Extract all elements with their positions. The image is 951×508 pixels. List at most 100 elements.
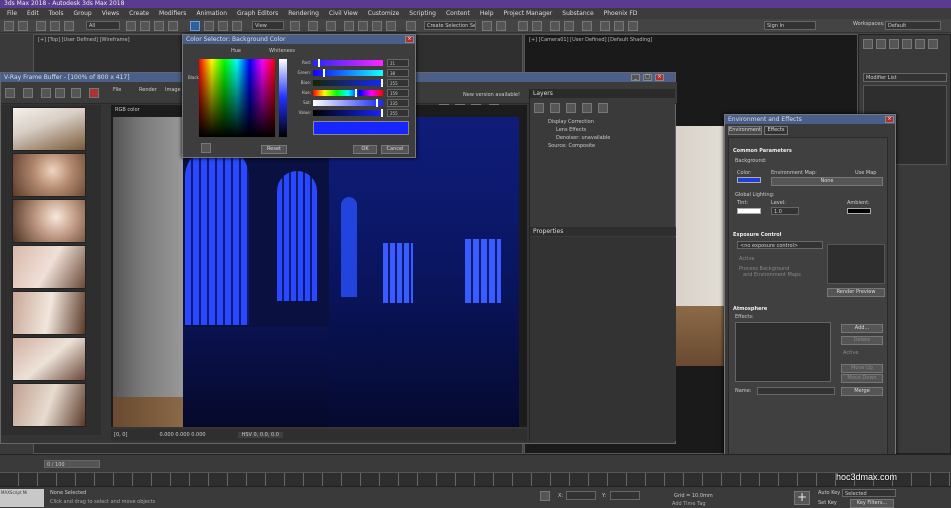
render-setup-icon[interactable] [600,21,610,31]
hue-blackness-gradient[interactable] [199,59,275,137]
maximize-icon[interactable]: □ [643,74,652,81]
time-slider-thumb[interactable]: 0 / 100 [44,460,100,468]
close-icon[interactable]: × [655,74,664,81]
layer-item[interactable]: Denoiser: unavailable [534,135,670,143]
add-key-icon[interactable]: + [794,491,810,505]
ok-button[interactable]: OK [353,145,377,154]
schematic-view-icon[interactable] [564,21,574,31]
select-scale-icon[interactable] [218,21,228,31]
menu-item[interactable]: Content [441,10,475,17]
spinner-snap-icon[interactable] [386,21,396,31]
history-thumb[interactable] [12,199,86,243]
save-image-icon[interactable] [23,88,33,98]
key-filters-button[interactable]: Key Filters... [850,499,894,508]
slider-marker[interactable] [355,89,358,97]
channel-icon[interactable] [5,88,15,98]
select-by-name-icon[interactable] [140,21,150,31]
menu-item[interactable]: File [2,10,22,17]
scene-explorer-icon[interactable] [518,21,528,31]
rect-selection-icon[interactable] [154,21,164,31]
select-manipulate-icon[interactable] [308,21,318,31]
use-map-checkbox[interactable]: Use Map [855,170,876,176]
menu-item[interactable]: Help [475,10,499,17]
slider-marker[interactable] [323,69,326,77]
place-icon[interactable] [232,21,242,31]
named-selection-set-dropdown[interactable]: Create Selection Se [424,21,476,30]
slider-marker[interactable] [381,109,383,117]
channel-value[interactable]: 255 [387,109,409,117]
menu-item[interactable]: Customize [363,10,405,17]
curve-editor-icon[interactable] [550,21,560,31]
pivot-center-icon[interactable] [290,21,300,31]
layer-order-icon[interactable] [566,103,576,113]
whiteness-slider[interactable] [279,59,287,137]
channel-value[interactable]: 255 [387,79,409,87]
menu-item[interactable]: Project Manager [499,10,558,17]
merge-button[interactable]: Merge [841,387,883,396]
keyboard-shortcut-icon[interactable] [326,21,336,31]
layers-tab[interactable]: Layers [530,89,675,98]
menu-item[interactable]: Phoenix FD [599,10,643,17]
vfb-menu-file[interactable]: File [113,87,137,93]
active-checkbox[interactable]: Active [739,256,754,262]
x-coord-field[interactable] [566,491,596,500]
channel-slider[interactable] [313,69,383,77]
channel-slider[interactable] [313,99,383,107]
channel-slider[interactable] [313,79,383,87]
menu-item[interactable]: Views [97,10,124,17]
channel-slider[interactable] [313,109,383,117]
select-object-icon[interactable] [126,21,136,31]
layer-item[interactable]: Lens Effects [534,127,670,135]
bind-icon[interactable] [64,21,74,31]
env-map-button[interactable]: None [771,177,883,186]
sign-in-dropdown[interactable]: Sign In [764,21,816,30]
redo-icon[interactable] [18,21,28,31]
utilities-tab-icon[interactable] [928,39,938,49]
atmosphere-effects-list[interactable] [735,322,831,382]
history-thumb[interactable] [12,153,86,197]
channel-value[interactable]: 159 [387,89,409,97]
reference-coord-dropdown[interactable]: View [252,21,284,30]
maxscript-listener[interactable]: MAXScript Mi [0,489,44,507]
channel-value[interactable]: 235 [387,99,409,107]
slider-marker[interactable] [375,99,378,107]
menu-item[interactable]: Substance [557,10,598,17]
workspace-dropdown[interactable]: Default [885,21,941,30]
menu-item[interactable]: Create [124,10,154,17]
atmosphere-rollout[interactable]: Atmosphere [733,306,767,312]
rendered-frame-window-icon[interactable] [614,21,624,31]
history-thumb[interactable] [12,383,86,427]
material-editor-icon[interactable] [582,21,592,31]
active-effect-checkbox[interactable]: Active [843,350,858,356]
clear-image-icon[interactable] [71,88,81,98]
add-effect-button[interactable]: Add... [841,324,883,333]
window-crossing-icon[interactable] [168,21,178,31]
menu-item[interactable]: Tools [44,10,69,17]
menu-item[interactable]: Scripting [404,10,441,17]
channel-value[interactable]: 21 [387,59,409,67]
exposure-control-rollout[interactable]: Exposure Control [733,232,781,238]
close-icon[interactable]: × [885,116,894,123]
modify-tab-icon[interactable] [876,39,886,49]
new-version-label[interactable]: New version available! [463,92,520,98]
eyedropper-icon[interactable] [201,143,211,153]
select-rotate-icon[interactable] [204,21,214,31]
delete-layer-icon[interactable] [550,103,560,113]
tab-environment[interactable]: Environment [728,126,762,135]
delete-icon[interactable] [89,88,99,98]
modifier-list-dropdown[interactable]: Modifier List [863,73,947,82]
select-move-icon[interactable] [190,21,200,31]
motion-tab-icon[interactable] [902,39,912,49]
load-layers-icon[interactable] [598,103,608,113]
menu-item[interactable]: Edit [22,10,44,17]
minimize-icon[interactable]: _ [631,74,640,81]
mirror-icon[interactable] [482,21,492,31]
snaps-toggle-icon[interactable] [344,21,354,31]
layer-item[interactable]: Display Correction [534,119,670,127]
vfb-menu-image[interactable]: Image [165,87,183,93]
add-time-tag[interactable]: Add Time Tag [672,501,706,507]
channel-select-label[interactable]: RGB color [115,107,140,113]
link-icon[interactable] [36,21,46,31]
slider-marker[interactable] [381,79,383,87]
slider-marker[interactable] [318,59,321,67]
